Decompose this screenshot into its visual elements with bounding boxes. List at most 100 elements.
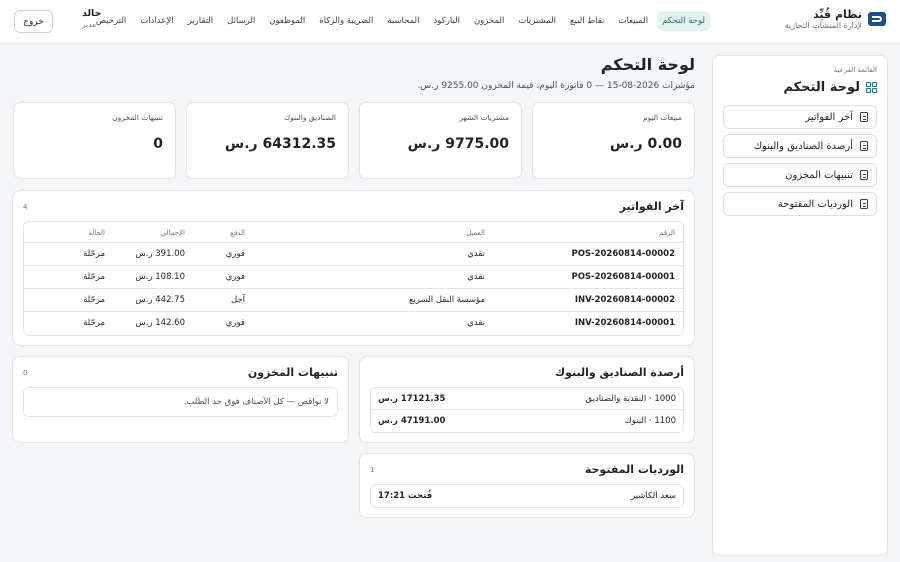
sidebar-item-label: تنبيهات المخزون xyxy=(785,169,853,181)
shift-opened-time: فُتحت 17:21 xyxy=(378,491,433,501)
invoice-payment: فوري xyxy=(193,265,253,289)
top-bar: نظام قُيِّد لإدارة المنشآت التجارية لوحة… xyxy=(0,0,900,44)
panel-count: 1 xyxy=(370,465,375,474)
brand-name: نظام قُيِّد xyxy=(813,8,862,21)
invoice-status: مرحّلة xyxy=(24,242,113,266)
sidebar-item-label: أرصدة الصناديق والبنوك xyxy=(753,140,853,152)
account-name: 1000 · النقدية والصناديق xyxy=(585,393,676,404)
invoice-customer: مؤسسة النقل السريع xyxy=(253,288,493,312)
panel-title: آخر الفواتير xyxy=(619,200,684,213)
sidebar-caption: القائمة الفرعية xyxy=(833,66,877,74)
nav-sales[interactable]: المبيعات xyxy=(613,11,653,31)
table-row[interactable]: POS-20260814-00001 نقدي فوري 108.10 ر.س … xyxy=(24,265,683,289)
brand[interactable]: نظام قُيِّد لإدارة المنشآت التجارية xyxy=(785,8,886,31)
balances-list: 1000 · النقدية والصناديق 17121.35 ر.س 11… xyxy=(370,387,684,433)
page-title: لوحة التحكم xyxy=(600,55,695,74)
list-item[interactable]: 1100 · البنوك 47191.00 ر.س xyxy=(371,410,683,432)
logout-button[interactable]: خروج xyxy=(14,10,53,33)
shifts-list: سعد الكاشير فُتحت 17:21 xyxy=(370,484,684,508)
invoice-payment: فوري xyxy=(193,242,253,266)
sidebar-item-open-shifts[interactable]: الورديات المفتوحة xyxy=(723,192,877,216)
document-icon xyxy=(860,141,868,151)
column-header: الإجمالي xyxy=(113,222,193,243)
column-header: الرقم xyxy=(493,222,683,243)
account-balance: 17121.35 ر.س xyxy=(378,393,446,404)
table-row[interactable]: POS-20260814-00002 نقدي فوري 391.00 ر.س … xyxy=(24,242,683,266)
kpi-value: 0 xyxy=(153,136,163,152)
kpi-card-stock-alerts: تنبيهات المخزون 0 xyxy=(13,102,176,179)
invoice-customer: نقدي xyxy=(253,265,493,289)
sidebar-item-latest-invoices[interactable]: آخر الفواتير xyxy=(723,105,877,129)
brand-logo-icon xyxy=(868,12,886,27)
nav-employees[interactable]: الموظفون xyxy=(264,11,310,31)
nav-pos[interactable]: نقاط البيع xyxy=(565,11,609,31)
stock-alerts-panel: تنبيهات المخزون 0 لا نواقص — كل الأصناف … xyxy=(12,356,349,443)
kpi-value: 64312.35 ر.س xyxy=(224,136,336,152)
table-row[interactable]: INV-20260814-00001 نقدي فوري 142.60 ر.س … xyxy=(24,312,683,335)
column-header: الحالة xyxy=(24,222,113,243)
kpi-card-cash-banks: الصناديق والبنوك 64312.35 ر.س xyxy=(186,102,349,179)
panel-title: أرصدة الصناديق والبنوك xyxy=(555,366,684,379)
kpi-label: مشتريات الشهر xyxy=(459,113,509,122)
sidebar-title: لوحة التحكم xyxy=(723,80,877,95)
brand-subtitle: لإدارة المنشآت التجارية xyxy=(784,21,862,31)
dashboard-grid-icon xyxy=(866,82,877,93)
invoice-total: 142.60 ر.س xyxy=(135,318,185,329)
main-nav: لوحة التحكم المبيعات نقاط البيع المشتريا… xyxy=(91,11,710,31)
document-icon xyxy=(860,170,868,180)
invoice-number: INV-20260814-00001 xyxy=(574,318,675,329)
kpi-card-month-purchases: مشتريات الشهر 9775.00 ر.س xyxy=(359,102,522,179)
nav-tax-zakat[interactable]: الضريبة والزكاة xyxy=(314,11,378,31)
user-info: خالد مدير xyxy=(82,8,101,29)
account-name: 1100 · البنوك xyxy=(624,416,676,426)
kpi-value: 0.00 ر.س xyxy=(609,136,682,152)
panel-title: الورديات المفتوحة xyxy=(584,463,684,476)
nav-dashboard[interactable]: لوحة التحكم xyxy=(657,11,710,31)
column-header: الدفع xyxy=(193,222,253,243)
user-role: مدير xyxy=(82,19,97,29)
kpi-label: الصناديق والبنوك xyxy=(283,113,336,122)
sidebar: القائمة الفرعية لوحة التحكم آخر الفواتير… xyxy=(712,55,888,556)
latest-invoices-panel: آخر الفواتير 4 الرقم العميل الدفع الإجما… xyxy=(12,190,695,346)
sidebar-item-cash-bank-balances[interactable]: أرصدة الصناديق والبنوك xyxy=(723,134,877,158)
table-row[interactable]: INV-20260814-00002 مؤسسة النقل السريع آج… xyxy=(24,288,683,312)
nav-barcode[interactable]: الباركود xyxy=(429,11,465,31)
sidebar-item-label: الورديات المفتوحة xyxy=(777,198,853,210)
nav-settings[interactable]: الإعدادات xyxy=(135,11,178,31)
list-item[interactable]: 1000 · النقدية والصناديق 17121.35 ر.س xyxy=(371,388,683,410)
invoice-total: 108.10 ر.س xyxy=(113,265,193,289)
sidebar-item-stock-alerts[interactable]: تنبيهات المخزون xyxy=(723,163,877,187)
shift-cashier: سعد الكاشير xyxy=(631,491,676,501)
page-subtitle: مؤشرات 2026-08-15 — 0 فاتورة اليوم، قيمة… xyxy=(417,81,695,91)
panel-title: تنبيهات المخزون xyxy=(247,366,338,379)
invoice-status: مرحّلة xyxy=(24,265,113,289)
invoice-total: 442.75 ر.س xyxy=(113,288,193,312)
user-name: خالد xyxy=(82,8,102,19)
invoice-payment: آجل xyxy=(193,288,253,312)
sidebar-item-label: آخر الفواتير xyxy=(805,111,853,123)
invoice-total: 391.00 ر.س xyxy=(113,242,193,266)
account-balance: 47191.00 ر.س xyxy=(378,416,446,426)
kpi-value: 9775.00 ر.س xyxy=(407,136,509,152)
invoice-payment: فوري xyxy=(225,318,245,329)
nav-messages[interactable]: الرسائل xyxy=(222,11,260,31)
invoice-customer: نقدي xyxy=(467,318,485,329)
invoice-status: مرحّلة xyxy=(83,318,105,329)
table-header-row: الرقم العميل الدفع الإجمالي الحالة xyxy=(24,222,683,243)
nav-accounting[interactable]: المحاسبة xyxy=(382,11,424,31)
nav-reports[interactable]: التقارير xyxy=(183,11,219,31)
kpi-label: تنبيهات المخزون xyxy=(112,113,163,122)
nav-inventory[interactable]: المخزون xyxy=(469,11,509,31)
panel-count: 0 xyxy=(23,368,28,377)
document-icon xyxy=(860,199,868,209)
balances-panel: أرصدة الصناديق والبنوك 1000 · النقدية وا… xyxy=(359,356,695,443)
sidebar-title-text: لوحة التحكم xyxy=(783,80,860,95)
document-icon xyxy=(860,112,868,122)
nav-purchases[interactable]: المشتريات xyxy=(513,11,561,31)
column-header: العميل xyxy=(253,222,493,243)
panel-count: 4 xyxy=(23,202,28,211)
kpi-card-today-sales: مبيعات اليوم 0.00 ر.س xyxy=(532,102,695,179)
invoice-customer: نقدي xyxy=(253,242,493,266)
list-item[interactable]: سعد الكاشير فُتحت 17:21 xyxy=(371,485,683,507)
invoices-table: الرقم العميل الدفع الإجمالي الحالة POS-2… xyxy=(23,221,684,336)
